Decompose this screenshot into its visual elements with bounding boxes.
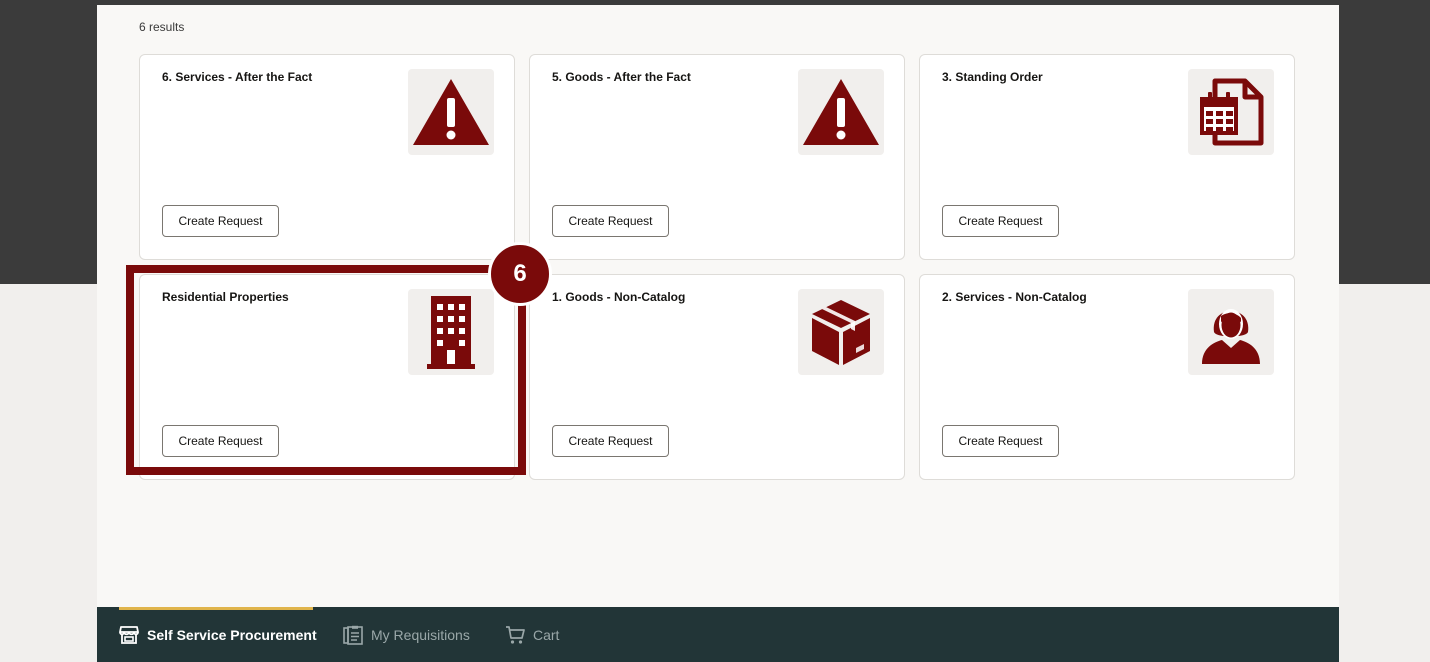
nav-item-my-requisitions[interactable]: My Requisitions: [343, 624, 470, 646]
card-services-non-catalog: 2. Services - Non-Catalog Create Request: [919, 274, 1295, 480]
card-title: Residential Properties: [162, 290, 289, 304]
card-services-after-the-fact: 6. Services - After the Fact Create Requ…: [139, 54, 515, 260]
clipboard-icon: [343, 625, 363, 645]
results-panel: 6 results 6. Services - After the Fact C…: [97, 5, 1339, 607]
warning-icon: [408, 69, 494, 155]
package-icon: [798, 289, 884, 375]
person-icon: [1188, 289, 1274, 375]
card-goods-non-catalog: 1. Goods - Non-Catalog Create Request: [529, 274, 905, 480]
create-request-button[interactable]: Create Request: [162, 205, 279, 237]
calendar-document-icon: [1188, 69, 1274, 155]
create-request-button[interactable]: Create Request: [942, 205, 1059, 237]
store-icon: [119, 626, 139, 644]
nav-item-cart[interactable]: Cart: [505, 624, 559, 646]
active-tab-indicator: [119, 607, 313, 610]
nav-item-label: My Requisitions: [371, 627, 470, 643]
warning-icon: [798, 69, 884, 155]
nav-item-label: Cart: [533, 627, 560, 643]
create-request-button[interactable]: Create Request: [162, 425, 279, 457]
nav-item-self-service-procurement[interactable]: Self Service Procurement: [119, 624, 317, 646]
nav-item-label: Self Service Procurement: [147, 627, 317, 643]
card-title: 1. Goods - Non-Catalog: [552, 290, 686, 304]
create-request-button[interactable]: Create Request: [552, 205, 669, 237]
step-number-badge: 6: [488, 242, 552, 306]
card-title: 3. Standing Order: [942, 70, 1043, 84]
results-count: 6 results: [139, 20, 185, 34]
card-title: 2. Services - Non-Catalog: [942, 290, 1087, 304]
create-request-button[interactable]: Create Request: [552, 425, 669, 457]
card-title: 6. Services - After the Fact: [162, 70, 313, 84]
create-request-button[interactable]: Create Request: [942, 425, 1059, 457]
building-icon: [408, 289, 494, 375]
card-goods-after-the-fact: 5. Goods - After the Fact Create Request: [529, 54, 905, 260]
bottom-navigation-bar: Self Service Procurement My Requisitions…: [97, 607, 1339, 662]
card-standing-order: 3. Standing Order Create Request: [919, 54, 1295, 260]
cart-icon: [505, 625, 525, 645]
card-residential-properties: Residential Properties Create Request: [139, 274, 515, 480]
card-title: 5. Goods - After the Fact: [552, 70, 691, 84]
